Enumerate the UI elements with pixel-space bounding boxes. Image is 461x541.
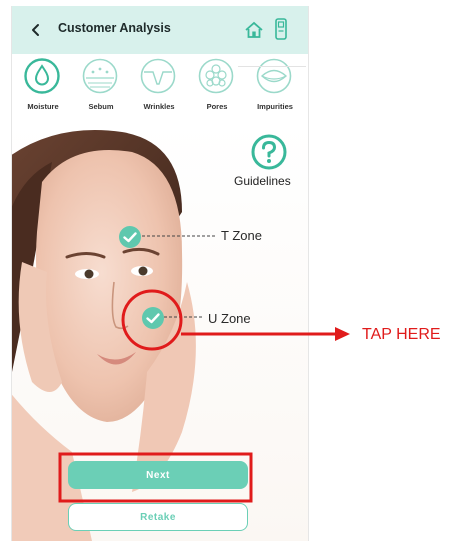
t-zone-check-icon[interactable] [118,225,142,249]
wrinkle-icon [140,58,176,94]
category-label: Moisture [27,102,59,111]
category-label: Pores [206,102,228,111]
category-label: Wrinkles [143,102,175,111]
water-drop-icon [24,58,60,94]
guidelines-label[interactable]: Guidelines [234,174,291,188]
category-label: Impurities [257,102,293,111]
category-divider [238,66,306,67]
u-zone-check-icon[interactable] [141,306,165,330]
category-moisture[interactable]: Moisture [14,56,72,122]
category-wrinkles[interactable]: Wrinkles [130,56,188,122]
back-button[interactable] [24,18,48,42]
category-label: Sebum [88,102,114,111]
category-sebum[interactable]: Sebum [72,56,130,122]
help-icon[interactable] [250,133,288,171]
tap-here-annotation: TAP HERE [362,326,441,343]
chevron-left-icon [32,24,39,36]
retake-button[interactable]: Retake [68,503,248,531]
u-zone-label: U Zone [208,311,251,326]
device-icon[interactable] [274,18,288,40]
page-title: Customer Analysis [58,21,171,35]
pores-icon [198,58,234,94]
impurities-icon [256,58,292,94]
home-icon[interactable] [244,20,264,40]
app-header: Customer Analysis [12,6,308,54]
sebum-icon [82,58,118,94]
t-zone-label: T Zone [221,228,262,243]
app-screen: Customer Analysis Moisture Sebum Wrinkle… [11,6,309,541]
next-button[interactable]: Next [68,461,248,489]
